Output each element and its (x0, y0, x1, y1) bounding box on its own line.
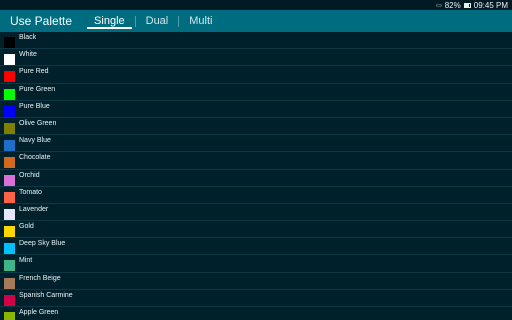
color-name-label: Pure Red (19, 68, 49, 76)
color-list-item[interactable]: Pure Green (0, 84, 512, 101)
color-swatch (4, 88, 15, 100)
color-list-item[interactable]: Deep Sky Blue (0, 238, 512, 256)
color-swatch (4, 191, 15, 203)
color-swatch (4, 71, 15, 83)
color-swatch (4, 277, 15, 289)
color-list-item[interactable]: Orchid (0, 170, 512, 187)
color-swatch (4, 260, 15, 272)
color-name-label: French Beige (19, 274, 61, 282)
color-list-item[interactable]: White (0, 49, 512, 67)
color-swatch (4, 37, 15, 48)
color-name-label: Pure Green (19, 85, 56, 93)
status-bar: ▭ 82% 09:45 PM (0, 0, 512, 10)
tab-multi[interactable]: Multi (179, 10, 222, 32)
battery-icon (463, 2, 471, 8)
battery-percentage: 82% (444, 0, 461, 10)
color-swatch (4, 226, 15, 238)
app-title: Use Palette (10, 14, 73, 28)
color-name-label: Mint (19, 257, 33, 265)
color-name-label: Pure Blue (19, 102, 50, 110)
color-swatch (4, 105, 15, 117)
color-swatch (4, 243, 15, 255)
clock: 09:45 PM (473, 0, 508, 10)
color-swatch (4, 140, 15, 152)
color-name-label: Spanish Carmine (19, 291, 73, 299)
color-name-label: Black (19, 34, 37, 41)
color-list-item[interactable]: Black (0, 32, 512, 50)
color-name-label: White (19, 51, 37, 59)
color-name-label: Apple Green (19, 309, 59, 316)
color-name-label: Chocolate (19, 154, 51, 162)
color-list-item[interactable]: Lavender (0, 204, 512, 222)
color-list-item[interactable]: Spanish Carmine (0, 290, 512, 307)
color-swatch (4, 122, 15, 134)
color-list-item[interactable]: Pure Red (0, 66, 512, 84)
color-name-label: Deep Sky Blue (19, 240, 66, 248)
color-swatch (4, 312, 15, 320)
color-swatch (4, 157, 15, 169)
color-list-item[interactable]: Chocolate (0, 152, 512, 170)
color-list-item[interactable]: Gold (0, 221, 512, 239)
color-list-item[interactable]: Pure Blue (0, 101, 512, 118)
color-list-item[interactable]: Navy Blue (0, 135, 512, 153)
color-list: Black White Pure Red Pure Green Pure Blue Oli… (0, 32, 512, 320)
color-swatch (4, 208, 15, 220)
color-swatch (4, 174, 15, 186)
wifi-icon: ▭ (436, 2, 442, 9)
color-list-item[interactable]: French Beige (0, 273, 512, 290)
color-list-item[interactable]: Apple Green (0, 307, 512, 320)
color-swatch (4, 294, 15, 306)
tab-single[interactable]: Single (84, 10, 135, 32)
color-list-item[interactable]: Mint (0, 255, 512, 273)
color-swatch (4, 54, 15, 66)
color-name-label: Olive Green (19, 119, 57, 127)
action-bar: Use Palette Single Dual Multi (0, 10, 512, 32)
color-name-label: Navy Blue (19, 137, 51, 145)
color-list-item[interactable]: Tomato (0, 187, 512, 204)
color-list-item[interactable]: Olive Green (0, 118, 512, 136)
color-name-label: Lavender (19, 205, 49, 213)
color-name-label: Tomato (19, 188, 42, 196)
color-name-label: Gold (19, 223, 34, 231)
tab-dual[interactable]: Dual (136, 10, 179, 32)
color-name-label: Orchid (19, 171, 40, 179)
